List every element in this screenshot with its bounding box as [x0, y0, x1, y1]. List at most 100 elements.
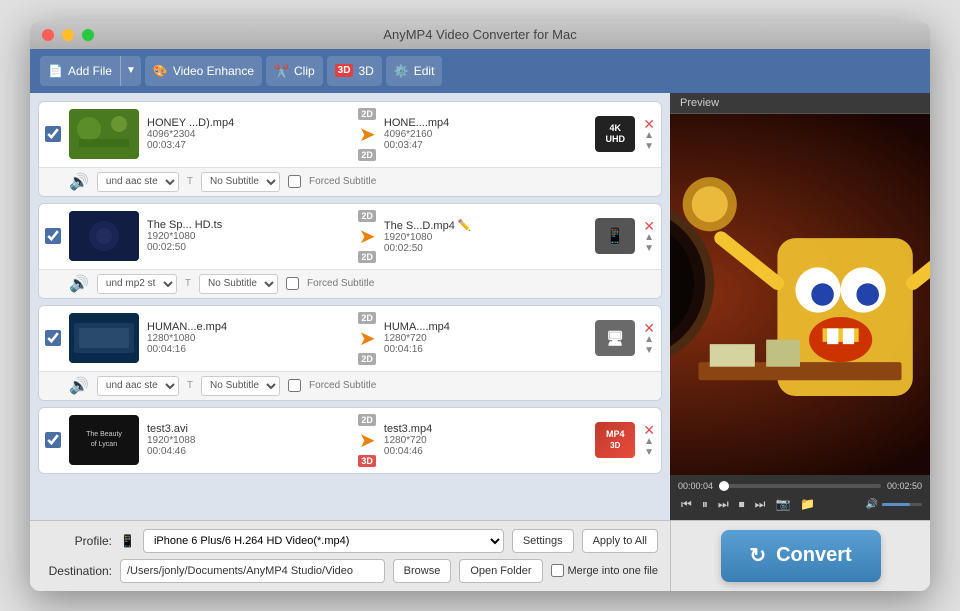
- output-name-4: test3.mp4: [384, 423, 587, 435]
- progress-bar[interactable]: [719, 484, 881, 488]
- folder-button[interactable]: 📁: [797, 495, 818, 513]
- destination-input[interactable]: [120, 559, 385, 583]
- main-content: HONEY ...D).mp4 4096*230400:03:47 2D ➤ 2…: [30, 93, 930, 520]
- volume-icon: 🔊: [866, 499, 878, 510]
- 3d-button[interactable]: 3D 3D: [327, 56, 382, 86]
- subtitle-select-3[interactable]: No Subtitle: [201, 376, 280, 396]
- skip-forward-button[interactable]: ⏭: [715, 495, 732, 514]
- move-up-3[interactable]: ▲: [644, 335, 654, 345]
- convert-button[interactable]: ↻ Convert: [721, 530, 881, 582]
- arrow-icon-2: ➤: [359, 224, 376, 249]
- 3d-icon: 3D: [335, 64, 354, 77]
- subtitle-select-1[interactable]: No Subtitle: [201, 172, 280, 192]
- move-down-1[interactable]: ▼: [644, 142, 654, 152]
- audio-select-1[interactable]: und aac ste: [97, 172, 179, 192]
- forced-subtitle-checkbox-1[interactable]: [288, 175, 301, 188]
- item-controls-4: ✕ ▲ ▼: [643, 423, 655, 458]
- remove-file-4[interactable]: ✕: [643, 423, 655, 437]
- subtitle-icon-3: T: [187, 380, 193, 391]
- forced-subtitle-checkbox-2[interactable]: [286, 277, 299, 290]
- file-checkbox-1[interactable]: [45, 126, 61, 142]
- bottom-right: ↻ Convert: [670, 521, 930, 591]
- remove-file-1[interactable]: ✕: [643, 117, 655, 131]
- preview-controls: 00:00:04 00:02:50 ⏮ ⏸ ⏭ ⏹ ⏭ 📷 📁: [670, 475, 930, 520]
- audio-select-3[interactable]: und aac ste: [97, 376, 179, 396]
- time-total: 00:02:50: [887, 481, 922, 491]
- file-checkbox-4[interactable]: [45, 432, 61, 448]
- add-file-button[interactable]: 📄 Add File: [40, 56, 120, 86]
- file-thumbnail-3: [69, 313, 139, 363]
- subtitle-select-2[interactable]: No Subtitle: [199, 274, 278, 294]
- file-checkbox-3[interactable]: [45, 330, 61, 346]
- file-name-2: The Sp... HD.ts: [147, 219, 350, 231]
- input-badge-3: 2D: [358, 312, 376, 324]
- move-up-1[interactable]: ▲: [644, 131, 654, 141]
- input-badge-1: 2D: [358, 108, 376, 120]
- audio-select-2[interactable]: und mp2 st: [97, 274, 177, 294]
- file-checkbox-2[interactable]: [45, 228, 61, 244]
- convert-arrow-4: 2D ➤ 3D: [358, 414, 376, 467]
- clip-button[interactable]: ✂️ Clip: [266, 56, 323, 86]
- add-file-icon: 📄: [48, 64, 63, 78]
- close-button[interactable]: [42, 29, 54, 41]
- minimize-button[interactable]: [62, 29, 74, 41]
- open-folder-button[interactable]: Open Folder: [459, 559, 542, 583]
- file-name-3: HUMAN...e.mp4: [147, 321, 350, 333]
- input-badge-4: 2D: [358, 414, 376, 426]
- format-badge-4: MP43D: [595, 422, 635, 458]
- convert-arrow-3: 2D ➤ 2D: [358, 312, 376, 365]
- file-info-1: HONEY ...D).mp4 4096*230400:03:47: [147, 117, 350, 151]
- destination-row: Destination: Browse Open Folder Merge in…: [42, 559, 658, 583]
- play-button[interactable]: ⏸: [699, 495, 711, 514]
- file-item-4: The Beautyof Lycan test3.avi 1920*108800…: [38, 407, 662, 474]
- video-enhance-label: Video Enhance: [173, 64, 254, 78]
- video-enhance-button[interactable]: 🎨 Video Enhance: [145, 56, 262, 86]
- forced-subtitle-checkbox-3[interactable]: [288, 379, 301, 392]
- file-item-main-2: The Sp... HD.ts 1920*108000:02:50 2D ➤ 2…: [39, 204, 661, 269]
- edit-button[interactable]: ⚙️ Edit: [386, 56, 443, 86]
- apply-to-all-button[interactable]: Apply to All: [582, 529, 658, 553]
- stop-button[interactable]: ⏹: [736, 495, 748, 514]
- subtitle-icon-2: T: [185, 278, 191, 289]
- file-item-main-1: HONEY ...D).mp4 4096*230400:03:47 2D ➤ 2…: [39, 102, 661, 167]
- profile-select[interactable]: iPhone 6 Plus/6 H.264 HD Video(*.mp4): [143, 529, 504, 553]
- skip-back-button[interactable]: ⏮: [678, 495, 695, 514]
- move-up-2[interactable]: ▲: [644, 233, 654, 243]
- arrow-icon-3: ➤: [359, 326, 376, 351]
- snapshot-button[interactable]: 📷: [772, 495, 793, 513]
- file-item-2: The Sp... HD.ts 1920*108000:02:50 2D ➤ 2…: [38, 203, 662, 299]
- preview-label: Preview: [670, 93, 930, 114]
- settings-button[interactable]: Settings: [512, 529, 574, 553]
- item-controls-2: ✕ ▲ ▼: [643, 219, 655, 254]
- file-thumbnail-1: [69, 109, 139, 159]
- maximize-button[interactable]: [82, 29, 94, 41]
- file-info-3: HUMAN...e.mp4 1280*108000:04:16: [147, 321, 350, 355]
- profile-label: Profile:: [42, 534, 112, 548]
- add-file-dropdown-button[interactable]: ▼: [120, 56, 141, 86]
- move-down-3[interactable]: ▼: [644, 346, 654, 356]
- item-arrows-1: ▲ ▼: [644, 131, 654, 152]
- add-file-group: 📄 Add File ▼: [40, 56, 141, 86]
- profile-row: Profile: 📱 iPhone 6 Plus/6 H.264 HD Vide…: [42, 529, 658, 553]
- item-controls-1: ✕ ▲ ▼: [643, 117, 655, 152]
- next-button[interactable]: ⏭: [752, 495, 769, 514]
- volume-bar[interactable]: [882, 503, 922, 506]
- file-meta-2: 1920*108000:02:50: [147, 231, 350, 253]
- file-item-options-2: 🔊 und mp2 st T No Subtitle Forced Subtit…: [39, 269, 661, 298]
- merge-checkbox[interactable]: [551, 564, 564, 577]
- move-up-4[interactable]: ▲: [644, 437, 654, 447]
- browse-button[interactable]: Browse: [393, 559, 452, 583]
- remove-file-2[interactable]: ✕: [643, 219, 655, 233]
- file-name-1: HONEY ...D).mp4: [147, 117, 350, 129]
- add-file-label: Add File: [68, 64, 112, 78]
- format-badge-3: 🖥: [595, 320, 635, 356]
- title-bar: AnyMP4 Video Converter for Mac: [30, 21, 930, 49]
- move-down-2[interactable]: ▼: [644, 244, 654, 254]
- move-down-4[interactable]: ▼: [644, 448, 654, 458]
- remove-file-3[interactable]: ✕: [643, 321, 655, 335]
- file-item: HONEY ...D).mp4 4096*230400:03:47 2D ➤ 2…: [38, 101, 662, 197]
- window-controls: [42, 29, 94, 41]
- window-title: AnyMP4 Video Converter for Mac: [383, 27, 576, 42]
- output-badge-2: 2D: [358, 251, 376, 263]
- convert-arrow-2: 2D ➤ 2D: [358, 210, 376, 263]
